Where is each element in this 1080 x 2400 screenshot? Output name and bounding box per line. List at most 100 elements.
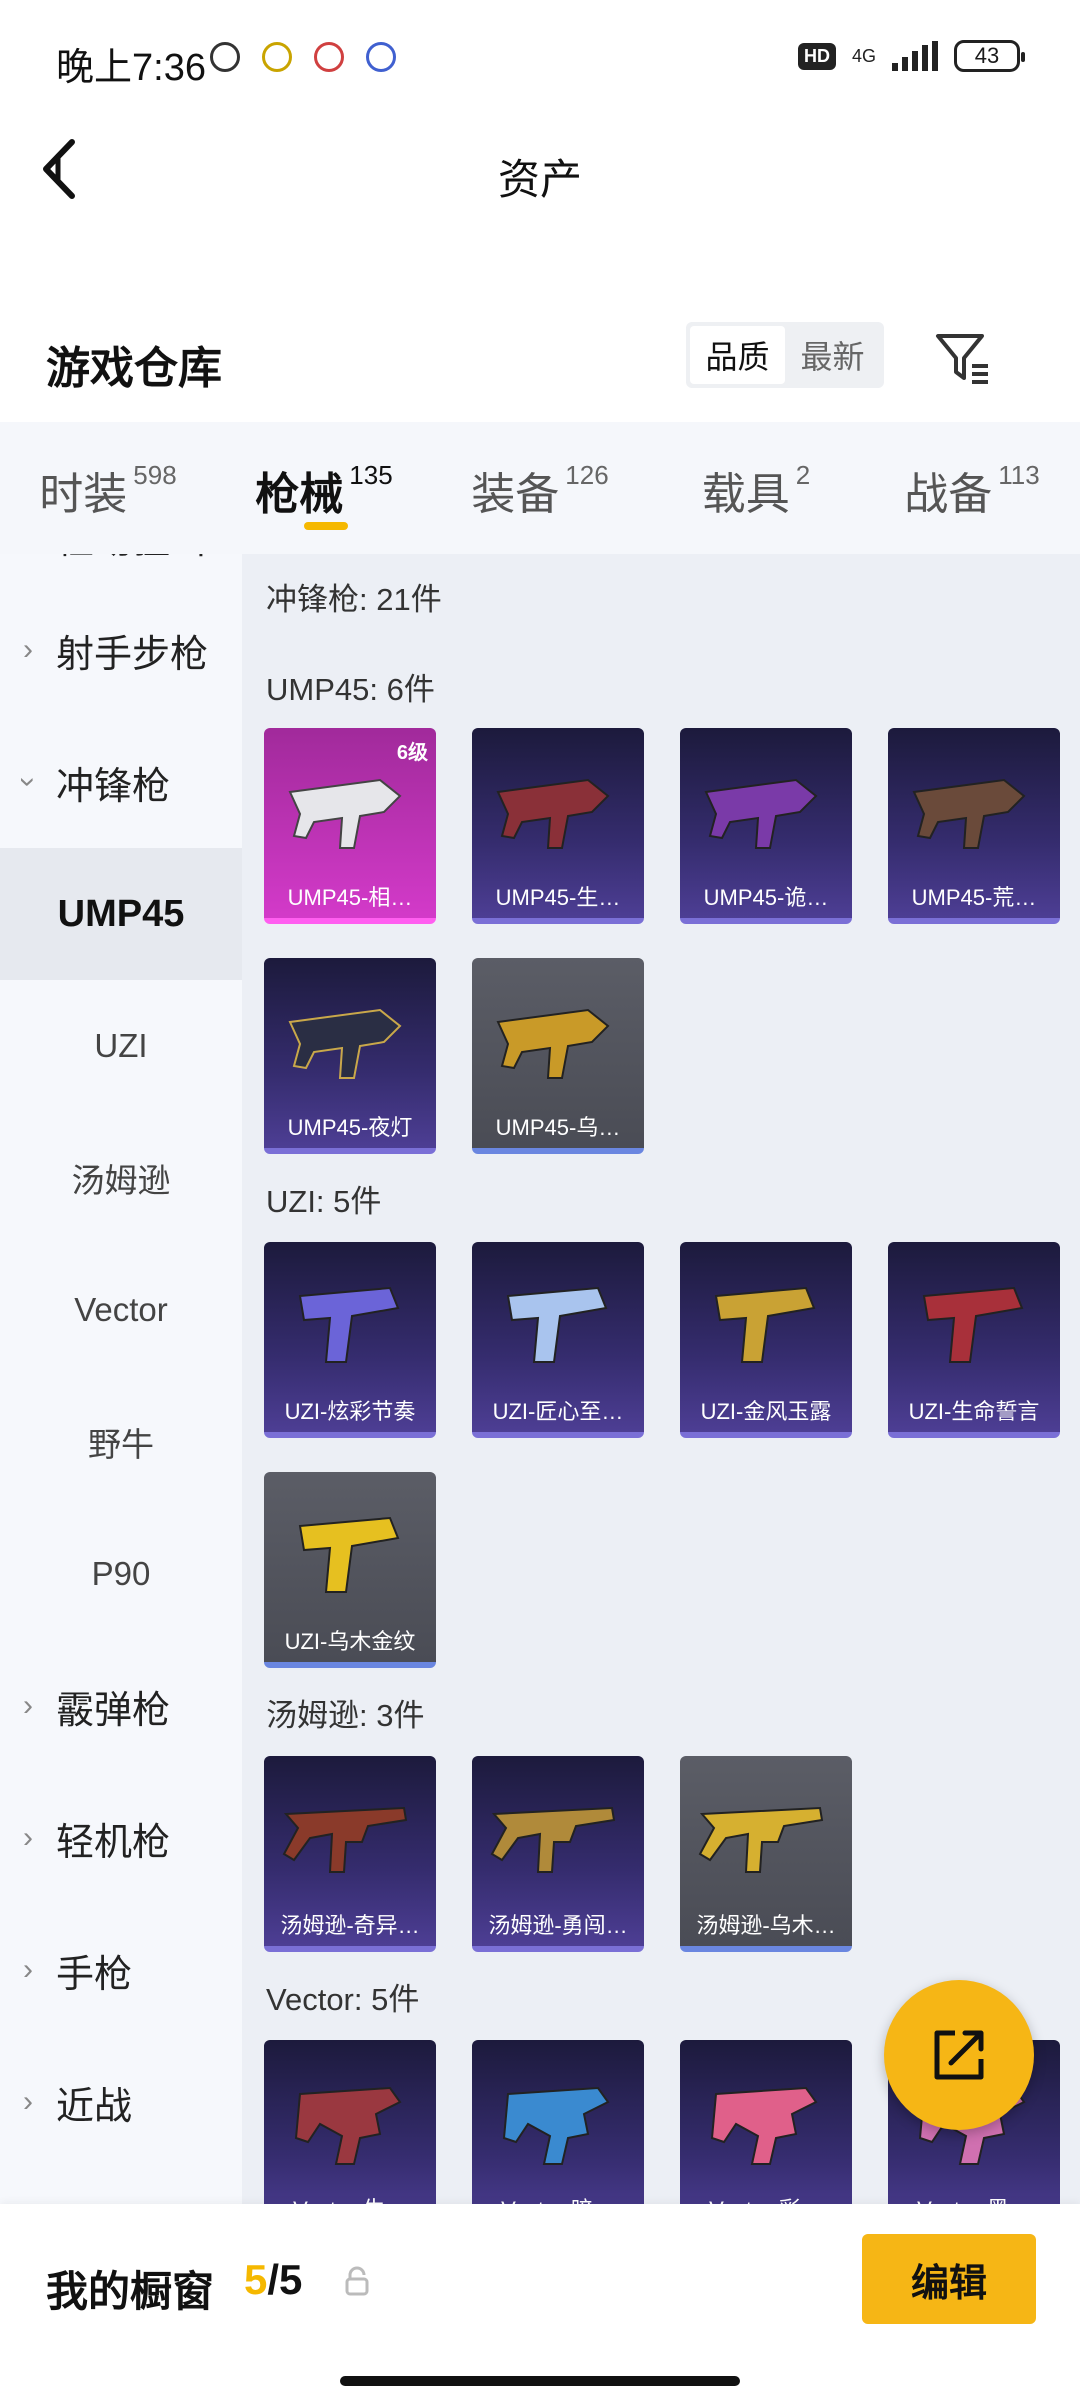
smg-icon (704, 778, 818, 849)
tommy-gun-icon (282, 1806, 408, 1873)
sidebar-item-shotgun[interactable]: › 霰弹枪 (0, 1640, 242, 1772)
warehouse-title: 游戏仓库 (46, 344, 222, 393)
filter-icon (936, 334, 988, 384)
weapon-card[interactable]: UZI-匠心至… (472, 1242, 644, 1438)
group-title-ump45: UMP45: 6件 (266, 672, 435, 707)
weapon-sidebar: › 栓动狙击 › 射手步枪 › 冲锋枪 UMP45 UZI 汤姆逊 Vector… (0, 554, 242, 2204)
weapon-name: UMP45-诡… (703, 885, 829, 910)
sidebar-sub-p90[interactable]: P90 (0, 1508, 242, 1640)
weapon-name: 汤姆逊-乌木… (696, 1913, 836, 1938)
weapon-name: UZI-生命誓言 (908, 1399, 1040, 1424)
weapon-card[interactable]: 6级 UMP45-相… (264, 728, 436, 924)
weapon-card[interactable]: Vector-生… (264, 2040, 436, 2204)
active-tab-indicator (304, 522, 348, 530)
sidebar-item-label: 栓动狙击 (56, 554, 208, 564)
sidebar-item-label: 霰弹枪 (56, 1689, 171, 1732)
sidebar-item-label: 轻机枪 (56, 1821, 171, 1864)
sidebar-item-pistol[interactable]: › 手枪 (0, 1904, 242, 2036)
sidebar-sub-ump45[interactable]: UMP45 (0, 848, 242, 980)
chevron-right-icon: › (23, 1821, 33, 1854)
showcase-bar: 我的橱窗 5/5 编辑 (0, 2204, 1080, 2400)
sidebar-item-melee[interactable]: › 近战 (0, 2036, 242, 2168)
showcase-total: /5 (267, 2256, 303, 2303)
weapon-card[interactable]: UMP45-诡… (680, 728, 852, 924)
weapon-card[interactable]: Vector-彩… (680, 2040, 852, 2204)
sidebar-sub-bizon[interactable]: 野牛 (0, 1376, 242, 1508)
chevron-down-icon: › (12, 777, 45, 787)
chevron-right-icon: › (23, 1953, 33, 1986)
weapon-card[interactable]: UZI-乌木金纹 (264, 1472, 436, 1668)
weapon-card[interactable]: UMP45-荒… (888, 728, 1060, 924)
sidebar-item-lmg[interactable]: › 轻机枪 (0, 1772, 242, 1904)
signal-icon (892, 41, 938, 71)
tab-label: 战备 (904, 470, 993, 519)
weapon-card[interactable]: UMP45-乌… (472, 958, 644, 1154)
showcase-label: 我的橱窗 (46, 2268, 215, 2315)
weapon-card[interactable]: UMP45-夜灯 (264, 958, 436, 1154)
tab-count: 598 (133, 460, 177, 490)
weapon-name: UZI-炫彩节奏 (284, 1399, 416, 1424)
tab-vehicles[interactable]: 载具 2 (648, 422, 864, 554)
sidebar-sub-uzi[interactable]: UZI (0, 980, 242, 1112)
sort-quality-option[interactable]: 品质 (690, 326, 785, 384)
lock-icon (345, 2266, 369, 2296)
chevron-right-icon: › (23, 1689, 33, 1722)
weapon-card[interactable]: UMP45-生… (472, 728, 644, 924)
tab-label: 时装 (39, 470, 128, 519)
sidebar-sub-vector[interactable]: Vector (0, 1244, 242, 1376)
weapon-card[interactable]: UZI-生命誓言 (888, 1242, 1060, 1438)
weapon-name: UZI-金风玉露 (700, 1399, 832, 1424)
sidebar-sub-thompson[interactable]: 汤姆逊 (0, 1112, 242, 1244)
smg-icon (912, 778, 1026, 849)
tommy-gun-icon (698, 1806, 824, 1873)
edit-button[interactable]: 编辑 (862, 2234, 1036, 2324)
notification-icons (210, 42, 396, 72)
share-button[interactable] (884, 1980, 1034, 2130)
tab-supplies[interactable]: 战备 113 (864, 422, 1080, 554)
tab-label: 枪械 (255, 470, 344, 519)
weapon-name: UMP45-生… (495, 885, 621, 910)
pistol-smg-icon (922, 1286, 1024, 1363)
category-count-title: 冲锋枪: 21件 (266, 582, 442, 617)
warehouse-header: 游戏仓库 品质 最新 (0, 310, 1080, 410)
battery-icon: 43 (954, 40, 1025, 72)
sidebar-item-dmr[interactable]: › 射手步枪 (0, 584, 242, 716)
chevron-right-icon: › (23, 633, 33, 666)
alarm-icon (210, 42, 240, 72)
showcase-current: 5 (244, 2256, 268, 2303)
tommy-gun-icon (490, 1806, 616, 1873)
filter-button[interactable] (930, 324, 996, 390)
pistol-smg-icon (506, 1286, 608, 1363)
weapon-name: 汤姆逊-勇闯… (488, 1913, 628, 1938)
weapon-name: UMP45-夜灯 (287, 1115, 413, 1140)
weapon-card[interactable]: 汤姆逊-乌木… (680, 1756, 852, 1952)
sort-toggle: 品质 最新 (686, 322, 884, 388)
tab-equipment[interactable]: 装备 126 (432, 422, 648, 554)
weapon-card[interactable]: 汤姆逊-奇异… (264, 1756, 436, 1952)
weapon-card[interactable]: UZI-炫彩节奏 (264, 1242, 436, 1438)
sort-newest-option[interactable]: 最新 (785, 326, 880, 384)
tab-fashion[interactable]: 时装 598 (0, 422, 216, 554)
weapon-card[interactable]: UZI-金风玉露 (680, 1242, 852, 1438)
nav-header: 资产 (0, 126, 1080, 226)
weapon-name: UMP45-相… (287, 885, 413, 910)
weapon-card[interactable]: 汤姆逊-勇闯… (472, 1756, 644, 1952)
pistol-smg-icon (714, 1286, 816, 1363)
sidebar-item-label: 手枪 (56, 1953, 133, 1996)
share-icon (934, 2030, 984, 2080)
sidebar-item-label: 近战 (56, 2085, 133, 2128)
app-notification-icon (314, 42, 344, 72)
weapon-card[interactable]: Vector-暗… (472, 2040, 644, 2204)
vector-icon (502, 2086, 610, 2165)
weapon-name: UMP45-乌… (495, 1115, 621, 1140)
tab-count: 126 (565, 460, 609, 490)
weapon-name: Vector-暗… (472, 2192, 644, 2204)
tab-firearms[interactable]: 枪械 135 (216, 422, 432, 554)
sidebar-item-smg[interactable]: › 冲锋枪 (0, 716, 242, 848)
home-indicator[interactable] (340, 2376, 740, 2386)
tab-label: 载具 (701, 470, 790, 519)
network-label: 4G (851, 45, 876, 66)
app-notification-icon (366, 42, 396, 72)
group-title-vector: Vector: 5件 (266, 1982, 420, 2017)
group-title-uzi: UZI: 5件 (266, 1184, 382, 1219)
